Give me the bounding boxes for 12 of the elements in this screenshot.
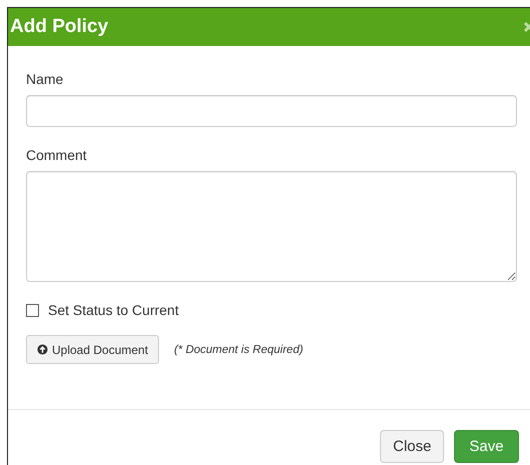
checkbox[interactable] [26, 304, 39, 316]
upload-arrow-icon [37, 344, 48, 355]
dialog-title: Add Policy [10, 16, 108, 38]
field-label: Name [26, 71, 64, 87]
required-note: (* Document is Required) [174, 344, 304, 356]
close-icon[interactable] [523, 21, 530, 33]
checkbox-label: Set Status to Current [48, 302, 179, 318]
upload-button[interactable]: Upload Document [26, 335, 160, 364]
field-label: Comment [26, 147, 88, 163]
input-field[interactable] [26, 95, 517, 127]
close-button[interactable]: Close [380, 430, 444, 463]
comment-field[interactable] [26, 171, 517, 282]
